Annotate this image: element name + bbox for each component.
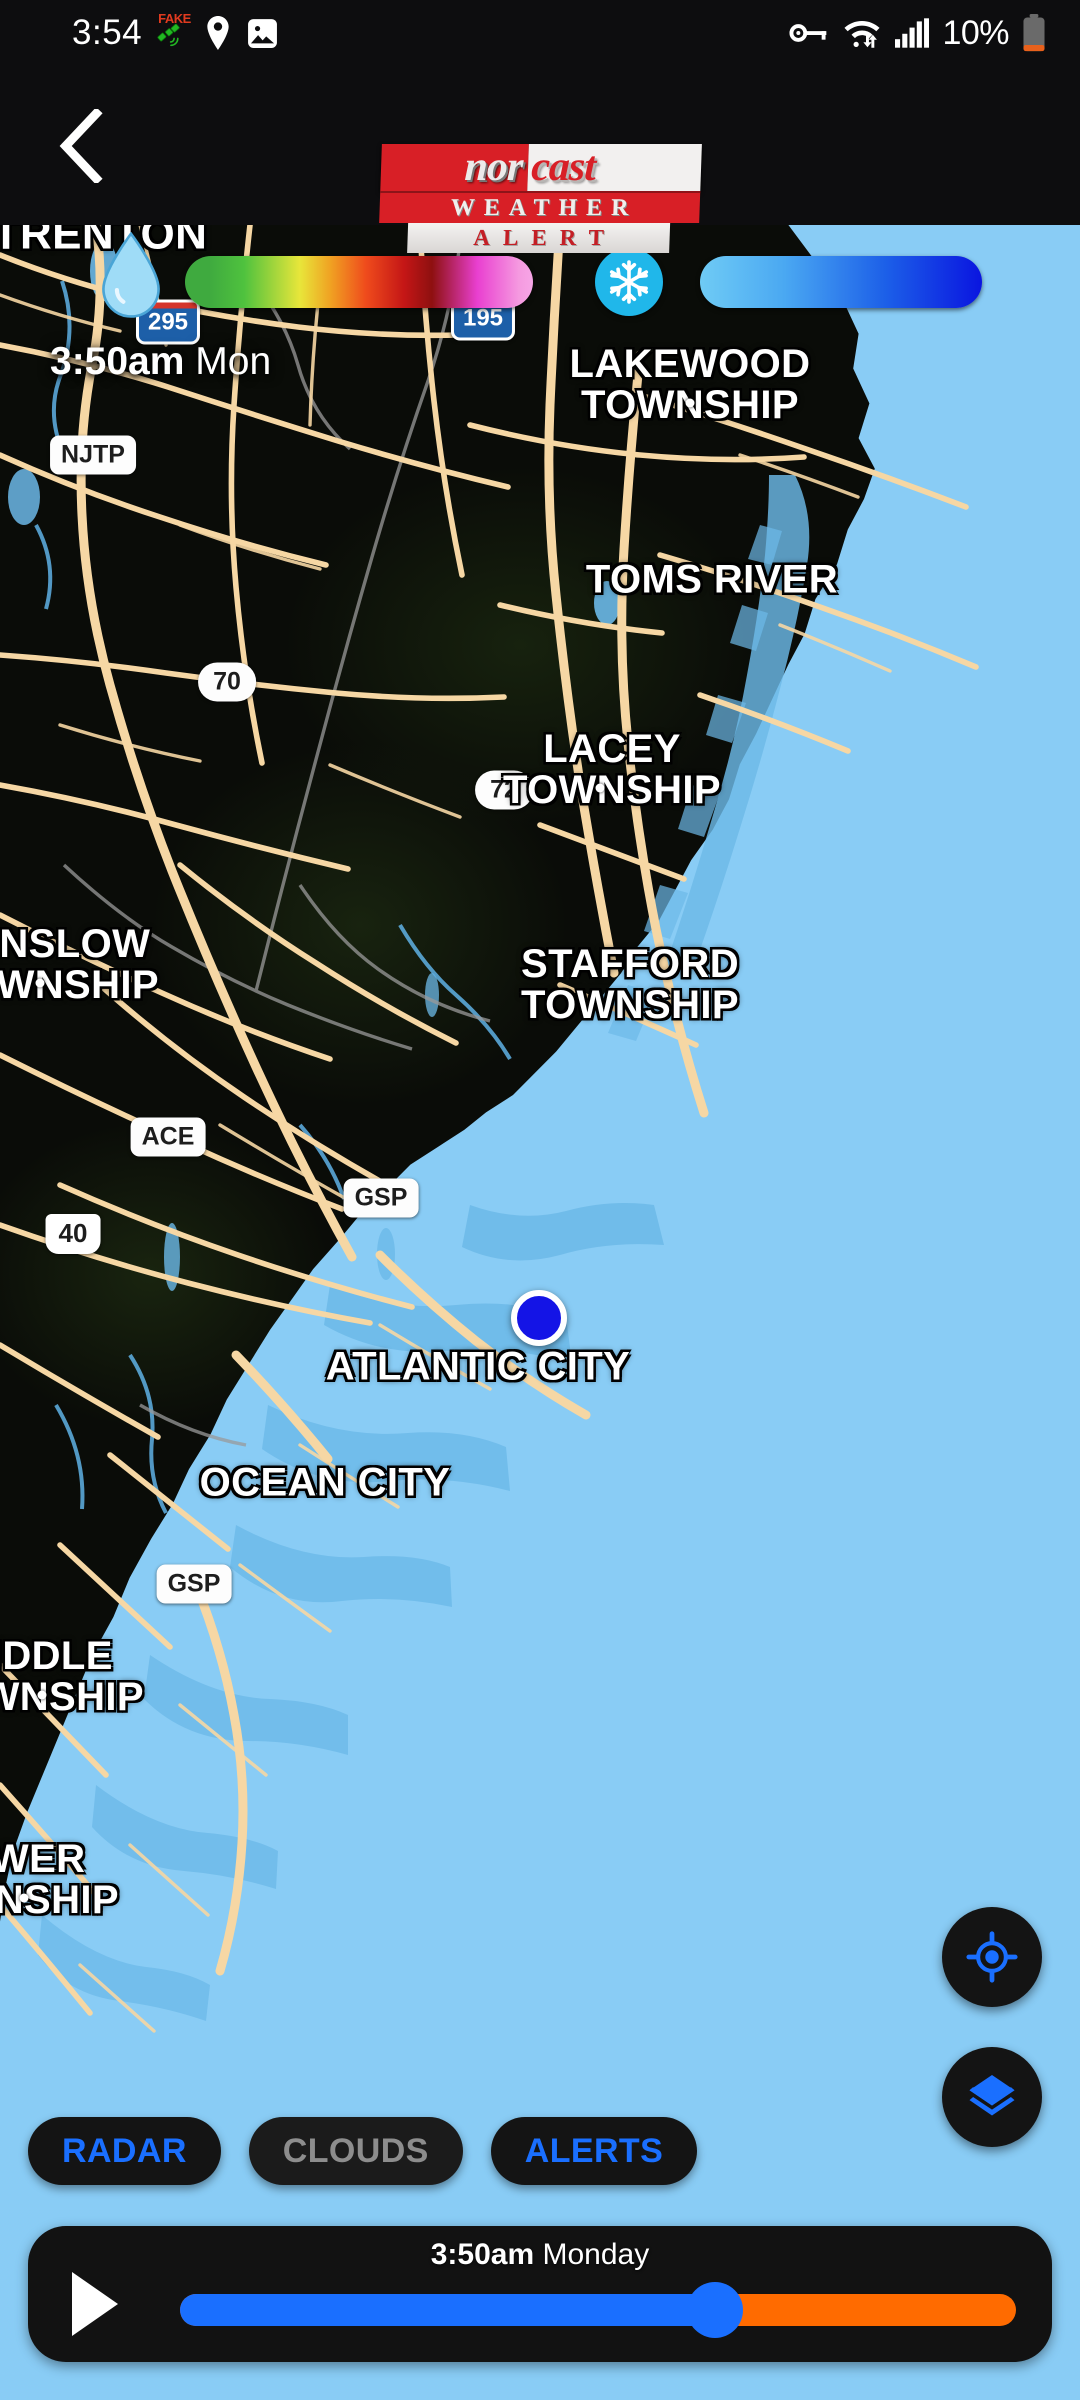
logo-cast-text: cast xyxy=(527,144,702,191)
fake-gps-icon: FAKE xyxy=(156,12,191,50)
status-bar: 3:54 FAKE 10% xyxy=(0,0,1080,66)
battery-icon xyxy=(1023,14,1045,52)
play-icon[interactable] xyxy=(72,2272,118,2336)
radar-map[interactable]: 295 195 NJTP 70 72 ACE GSP 40 GSP TRENTO… xyxy=(0,225,1080,2400)
location-pin-icon xyxy=(207,16,229,50)
road-shield: GSP xyxy=(343,1178,419,1218)
timeline-label: 3:50am Monday xyxy=(28,2240,1052,2270)
map-timestamp-time: 3:50am xyxy=(50,340,185,383)
city-label: ATLANTIC CITY xyxy=(325,1344,631,1389)
city-label: OCEAN CITY xyxy=(199,1460,451,1505)
layer-toggle-group: RADAR CLOUDS ALERTS xyxy=(28,2117,698,2185)
my-location-crosshair-icon xyxy=(966,1931,1018,1983)
timeline-thumb[interactable] xyxy=(687,2282,744,2338)
timeline-track[interactable] xyxy=(180,2282,1016,2338)
toggle-alerts[interactable]: ALERTS xyxy=(490,2117,698,2185)
status-bar-right: 10% xyxy=(789,14,1046,53)
image-icon xyxy=(248,18,278,48)
logo-alert-text: ALERT xyxy=(406,223,671,253)
my-location-button[interactable] xyxy=(942,1907,1042,2007)
app-logo: nor cast WEATHER ALERT xyxy=(378,144,702,253)
water-drop-icon xyxy=(102,232,160,318)
city-marker-dot xyxy=(595,783,605,793)
rain-intensity-scale xyxy=(185,256,533,308)
city-marker-dot xyxy=(35,978,45,988)
city-label: LOWER TOWNSHIP xyxy=(0,1837,120,1922)
city-marker-dot xyxy=(685,398,695,408)
signal-bars-icon xyxy=(895,18,930,48)
road-shield: GSP xyxy=(156,1564,232,1604)
timeline-label-time: 3:50am xyxy=(430,2238,535,2271)
logo-weather-text: WEATHER xyxy=(379,191,701,223)
road-shield: 40 xyxy=(45,1214,101,1254)
logo-wordmark: nor cast xyxy=(380,144,702,191)
road-shield: 70 xyxy=(198,662,256,702)
snowflake-icon xyxy=(595,248,663,316)
toggle-clouds[interactable]: CLOUDS xyxy=(248,2117,463,2185)
timeline-scrubber-bar: 3:50am Monday xyxy=(28,2226,1052,2362)
map-layers-icon xyxy=(969,2074,1015,2116)
weather-radar-app: 3:54 FAKE 10% nor cast WEATHER ALERT 295… xyxy=(0,0,1080,2400)
timeline-label-day: Monday xyxy=(542,2238,650,2271)
city-marker-dot xyxy=(37,1690,47,1700)
map-timestamp-day: Mon xyxy=(195,340,272,383)
snow-intensity-scale xyxy=(700,256,982,308)
back-button[interactable] xyxy=(45,109,117,183)
map-timestamp: 3:50am Mon xyxy=(50,342,271,381)
city-marker-dot xyxy=(19,1893,29,1903)
battery-percent-label: 10% xyxy=(942,13,1009,52)
status-bar-clock: 3:54 xyxy=(72,13,143,52)
chevron-left-icon xyxy=(59,109,103,183)
status-bar-left: 3:54 FAKE xyxy=(72,12,279,53)
snowflake-glyph xyxy=(609,260,649,304)
app-header: nor cast WEATHER ALERT xyxy=(0,66,1080,253)
wifi-icon xyxy=(844,21,880,48)
vpn-key-icon xyxy=(789,24,827,42)
timeline-progress-fill xyxy=(180,2294,716,2326)
road-shield: 72 xyxy=(475,770,533,810)
map-layers-button[interactable] xyxy=(942,2047,1042,2147)
road-shield: NJTP xyxy=(50,435,136,475)
toggle-radar[interactable]: RADAR xyxy=(28,2117,221,2185)
logo-nor-text: nor xyxy=(380,144,530,191)
user-location-marker xyxy=(511,1290,567,1346)
road-shield: ACE xyxy=(130,1117,206,1157)
satellite-glyph xyxy=(157,23,180,47)
